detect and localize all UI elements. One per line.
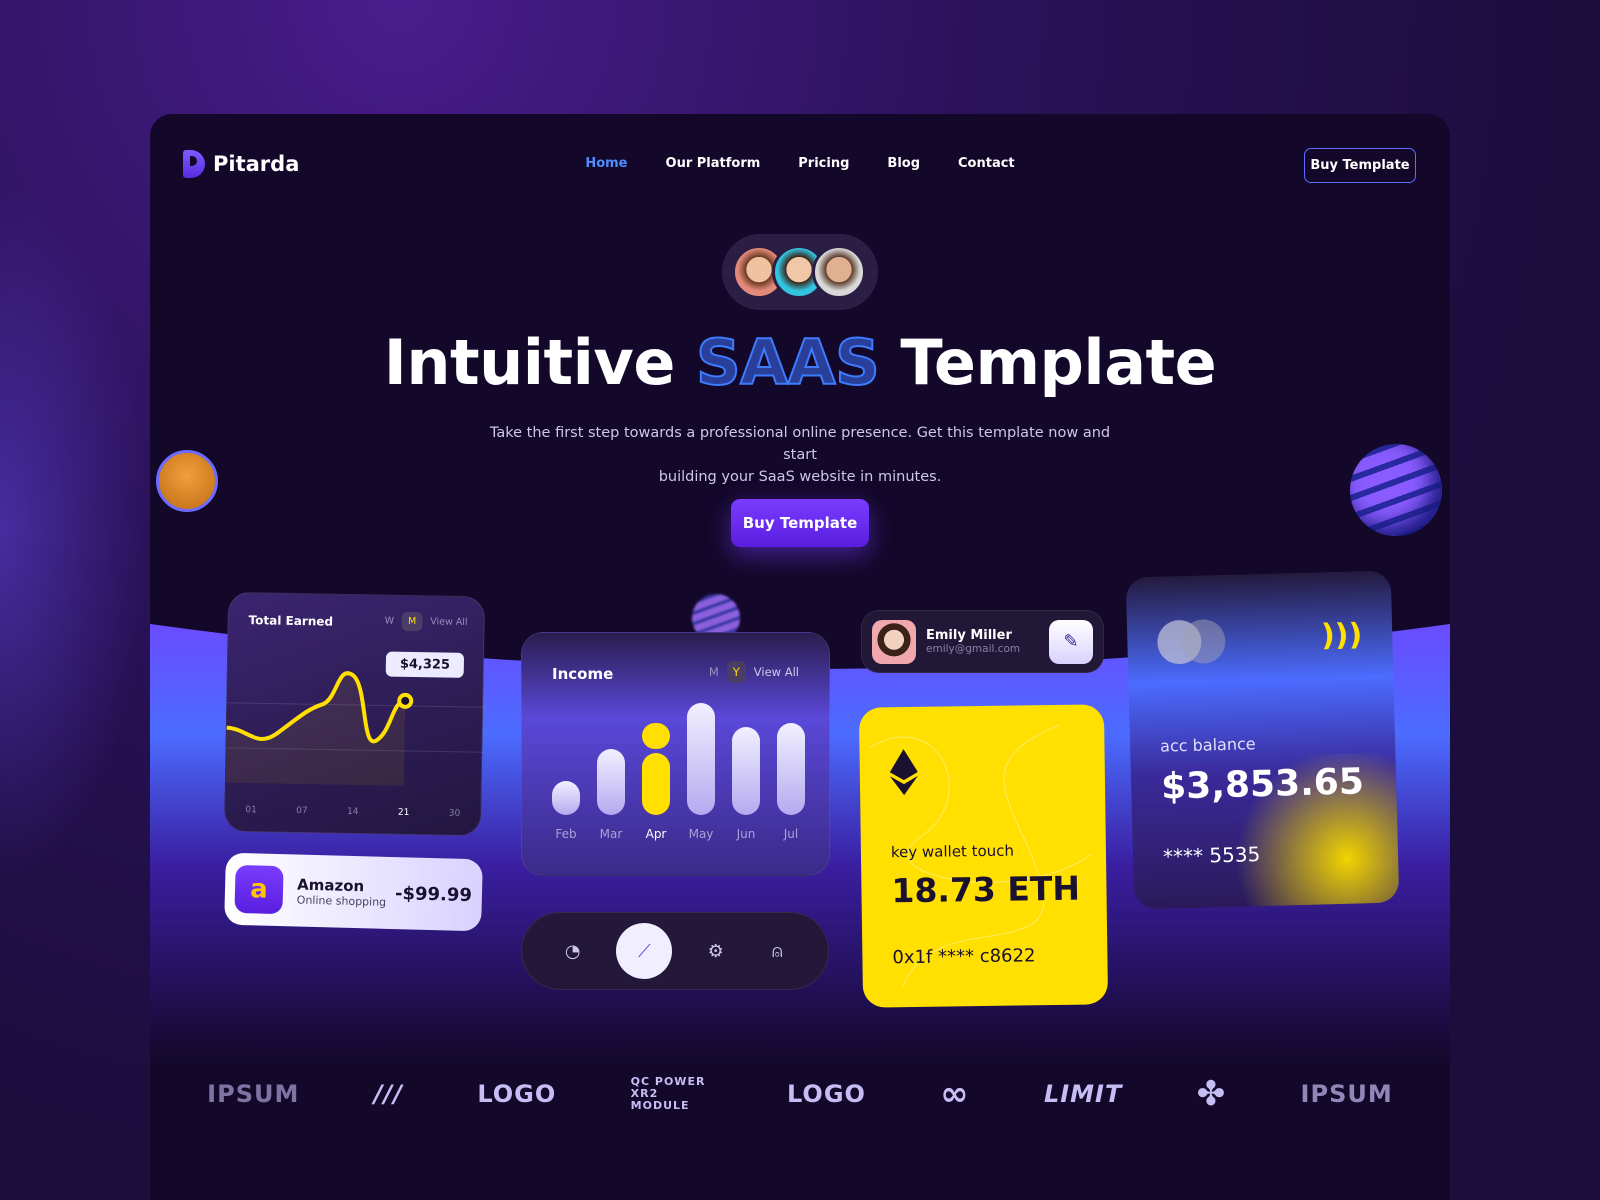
x-tick: 07 [296,805,308,817]
area-fill [225,673,406,786]
nav-pricing[interactable]: Pricing [798,156,849,171]
hero-title: Intuitive SAAS Template [383,325,1217,400]
pie-chart-icon[interactable]: ◔ [555,933,591,969]
edit-icon[interactable]: ✎ [1049,619,1093,664]
income-bar[interactable] [597,749,625,815]
toggle-y[interactable]: Y [726,661,746,683]
brand-logo-logo: LOGO [477,1080,557,1108]
merchant-category: Online shopping [296,893,387,909]
bottom-tab-bar: ◔ ⟋ ⚙ ⍝ [521,912,829,990]
brand-logo-logo-2: LOGO [786,1080,866,1108]
x-tick: 01 [245,805,257,816]
hero-title-accent: SAAS [695,325,881,400]
month-label: Jun [736,827,756,841]
gear-icon[interactable]: ⚙ [698,933,734,969]
income-bar[interactable] [642,753,670,815]
floating-avatar [156,450,218,512]
month-label: Jul [783,827,799,841]
profile-email: emily@gmail.com [926,643,1021,655]
brand-logo-ipsum: IPSUM [207,1080,300,1108]
transaction-amount: -$99.99 [394,882,473,906]
avatar-group [722,234,878,310]
month-label: Mar [599,827,623,841]
header-buy-template-button[interactable]: Buy Template [1304,148,1416,183]
decorative-sphere [1350,444,1442,536]
toggle-m[interactable]: M [401,611,423,632]
amazon-icon: a [234,864,284,915]
nav-our-platform[interactable]: Our Platform [666,156,761,171]
total-earned-card: Total Earned W M View All $4,325 01 07 1… [223,591,486,837]
view-all-link[interactable]: View All [754,665,799,679]
user-icon[interactable]: ⍝ [759,933,795,969]
month-label: May [688,827,714,841]
brand-logo-infinity: ∞ [940,1074,970,1114]
month-label: Feb [555,827,577,841]
view-all-link[interactable]: View All [430,616,468,628]
month-label: Apr [645,827,667,841]
wallet-card: key wallet touch 18.73 ETH 0x1f **** c86… [858,704,1109,1008]
profile-name: Emily Miller [926,628,1012,643]
main-nav: Home Our Platform Pricing Blog Contact [150,156,1450,171]
card-number: **** 5535 [1162,842,1261,869]
hero-buy-template-button[interactable]: Buy Template [731,499,869,547]
x-axis: 01 07 14 21 30 [245,805,460,819]
highlight-point[interactable] [397,692,414,709]
income-bar[interactable] [777,723,805,815]
brand-logo-qc: QC POWER XR2 MODULE [630,1075,706,1112]
income-bar[interactable] [687,703,715,815]
nav-contact[interactable]: Contact [958,156,1015,171]
toggle-w[interactable]: W [385,616,395,627]
nav-home[interactable]: Home [585,156,627,171]
period-toggle: M Y View All [709,661,799,683]
brand-logo-ipsum-2: IPSUM [1300,1080,1393,1108]
profile-card: Emily Miller emily@gmail.com ✎ [861,610,1104,673]
contactless-icon: ))) [1320,617,1363,654]
income-bar[interactable] [552,781,580,815]
trend-chart-icon[interactable]: ⟋ [616,923,673,979]
landing-page: Pitarda Home Our Platform Pricing Blog C… [150,114,1450,1200]
balance-label: acc balance [1159,734,1256,756]
brand-logo-slashes: /// [373,1080,403,1108]
wallet-amount: 18.73 ETH [891,868,1081,911]
brand-logos: IPSUM /// LOGO QC POWER XR2 MODULE LOGO … [150,1074,1450,1114]
x-tick: 30 [448,808,461,819]
toggle-m[interactable]: M [709,665,719,679]
background-glow [0,180,150,880]
income-card: Income M Y View All Feb Mar Apr May Jun Jul [521,632,830,876]
period-toggle: W M View All [385,611,468,632]
brand-logo-clover: ✤ [1196,1074,1227,1114]
value-tooltip: $4,325 [385,651,465,678]
avatar [812,245,866,299]
transaction-card[interactable]: a Amazon Online shopping -$99.99 [224,852,483,932]
card-brand-icon [1156,618,1226,665]
ethereum-icon [889,749,918,796]
balance-card: ))) acc balance $3,853.65 **** 5535 [1125,570,1400,910]
income-bar-cap [642,723,670,749]
wallet-label: key wallet touch [890,841,1015,862]
balance-amount: $3,853.65 [1160,761,1365,808]
avatar [872,619,916,664]
income-bar[interactable] [732,727,760,815]
x-tick: 21 [397,807,410,818]
brand-logo-limit: LIMIT [1043,1080,1123,1108]
card-title: Total Earned [248,613,334,629]
nav-blog[interactable]: Blog [887,156,920,171]
merchant-name: Amazon [296,875,365,895]
hero-subtitle: Take the first step towards a profession… [489,425,1111,485]
x-tick: 14 [346,806,359,818]
wallet-address: 0x1f **** c8622 [892,945,1036,969]
card-title: Income [552,665,614,683]
